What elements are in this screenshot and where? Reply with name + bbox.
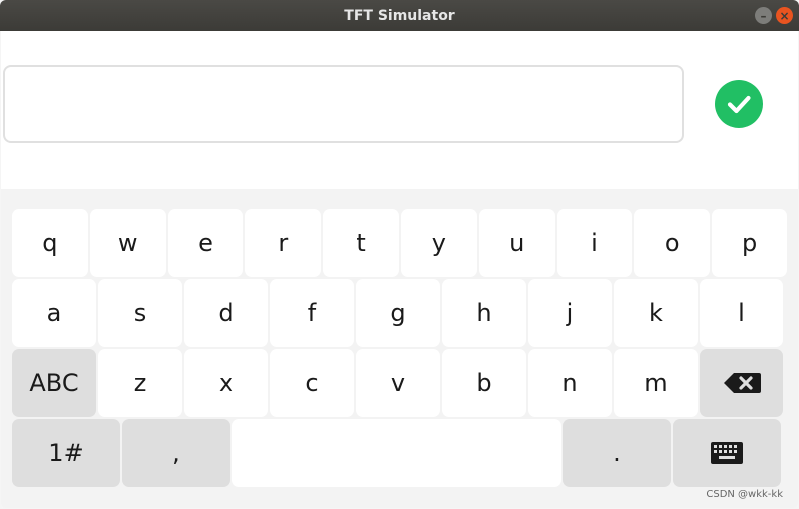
key-hide-keyboard[interactable]	[673, 419, 781, 487]
key-comma[interactable]: ,	[122, 419, 230, 487]
key-z[interactable]: z	[98, 349, 182, 417]
key-f[interactable]: f	[270, 279, 354, 347]
checkmark-icon	[715, 80, 763, 128]
watermark-text: CSDN @wkk-kk	[706, 489, 783, 500]
key-l[interactable]: l	[700, 279, 783, 347]
key-number-mode[interactable]: 1#	[12, 419, 120, 487]
key-m[interactable]: m	[614, 349, 698, 417]
minimize-button[interactable]: –	[755, 7, 772, 24]
key-a[interactable]: a	[12, 279, 96, 347]
window-title: TFT Simulator	[344, 7, 455, 24]
key-backspace[interactable]	[700, 349, 783, 417]
key-g[interactable]: g	[356, 279, 440, 347]
key-i[interactable]: i	[556, 209, 633, 277]
key-v[interactable]: v	[356, 349, 440, 417]
key-d[interactable]: d	[184, 279, 268, 347]
confirm-button[interactable]	[704, 71, 774, 137]
keyboard-icon	[711, 442, 743, 464]
key-space[interactable]	[232, 419, 561, 487]
key-y[interactable]: y	[400, 209, 477, 277]
key-k[interactable]: k	[614, 279, 698, 347]
key-j[interactable]: j	[528, 279, 612, 347]
keyboard-row-3: ABC z x c v b n m	[12, 349, 787, 417]
backspace-icon	[723, 373, 761, 393]
close-button[interactable]: ×	[776, 7, 793, 24]
key-e[interactable]: e	[167, 209, 244, 277]
key-n[interactable]: n	[528, 349, 612, 417]
key-w[interactable]: w	[89, 209, 166, 277]
key-h[interactable]: h	[442, 279, 526, 347]
on-screen-keyboard: q w e r t y u i o p a s d f g h j k l AB…	[1, 189, 798, 508]
text-input[interactable]	[3, 65, 684, 143]
keyboard-row-1: q w e r t y u i o p	[12, 209, 787, 277]
key-x[interactable]: x	[184, 349, 268, 417]
key-c[interactable]: c	[270, 349, 354, 417]
key-o[interactable]: o	[634, 209, 711, 277]
window-titlebar[interactable]: TFT Simulator – ×	[0, 0, 799, 31]
key-b[interactable]: b	[442, 349, 526, 417]
key-r[interactable]: r	[245, 209, 322, 277]
window-controls: – ×	[755, 7, 793, 24]
key-p[interactable]: p	[712, 209, 787, 277]
key-mode-abc[interactable]: ABC	[12, 349, 96, 417]
keyboard-row-2: a s d f g h j k l	[12, 279, 787, 347]
key-s[interactable]: s	[98, 279, 182, 347]
key-u[interactable]: u	[478, 209, 555, 277]
key-q[interactable]: q	[12, 209, 88, 277]
input-area	[1, 31, 798, 189]
keyboard-row-4: 1# , .	[12, 419, 787, 487]
key-t[interactable]: t	[323, 209, 399, 277]
app-window: q w e r t y u i o p a s d f g h j k l AB…	[1, 31, 798, 508]
key-period[interactable]: .	[563, 419, 671, 487]
